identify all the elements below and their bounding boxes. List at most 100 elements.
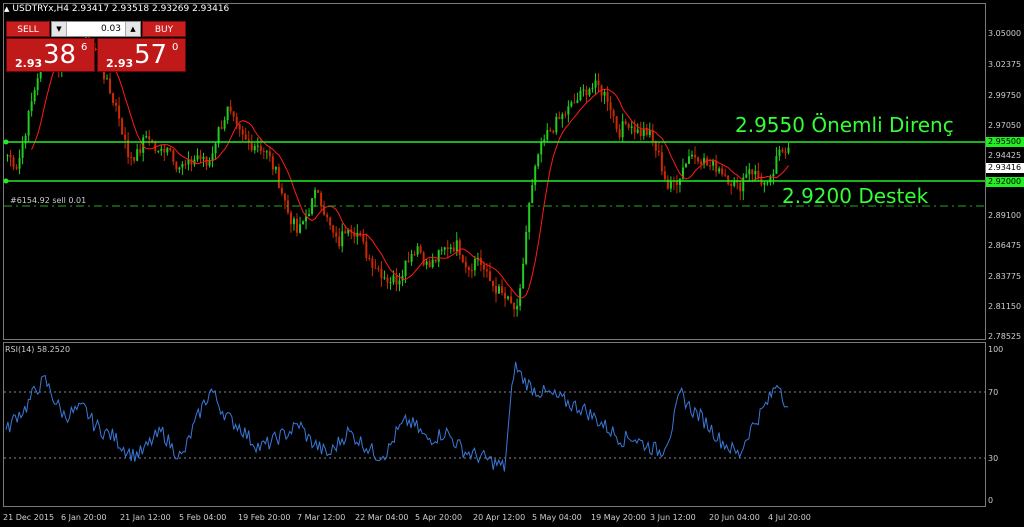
order-line-label: #6154.92 sell 0.01 (10, 196, 87, 205)
candle-body (455, 240, 458, 252)
candle-body (516, 305, 519, 310)
candle-body (546, 130, 549, 140)
candle-body (109, 78, 112, 94)
candle-body (280, 187, 283, 194)
chevron-down-icon[interactable]: ▼ (52, 22, 67, 36)
candle-body (380, 268, 383, 278)
candle-body (21, 143, 24, 158)
candle-body (295, 218, 298, 233)
candle-body (543, 139, 546, 142)
candle-body (660, 152, 663, 172)
candle-body (392, 275, 395, 283)
support-left-handle[interactable] (3, 178, 9, 184)
candle-body (374, 267, 377, 269)
candle-body (461, 255, 464, 263)
candle-body (534, 166, 537, 185)
candle-body (612, 110, 615, 117)
candle-body (588, 88, 591, 96)
candle-body (292, 218, 295, 225)
candle-body (332, 225, 335, 233)
candle-body (217, 127, 220, 144)
candle-body (449, 247, 452, 250)
candle-body (259, 145, 262, 151)
sell-price-prefix: 2.93 (15, 57, 43, 70)
candle-body (157, 150, 160, 152)
candle-body (573, 102, 576, 104)
candle-body (329, 217, 332, 226)
candle-body (283, 193, 286, 201)
buy-price-box[interactable]: 2.93 57 0 (97, 38, 186, 72)
candle-body (579, 90, 582, 101)
candle-body (232, 111, 235, 117)
candle-body (594, 80, 597, 88)
buy-button[interactable]: BUY (142, 21, 186, 37)
chevron-up-icon[interactable]: ▲ (125, 22, 140, 36)
candle-body (507, 296, 510, 299)
candle-body (133, 157, 136, 161)
candle-body (495, 286, 497, 294)
candle-body (537, 154, 540, 167)
support-annotation[interactable]: 2.9200 Destek (782, 184, 928, 208)
candle-body (244, 134, 247, 140)
candle-body (488, 271, 491, 282)
lot-size-input[interactable]: 0.03 (68, 22, 124, 36)
price-tick: 3.05000 (988, 29, 1022, 38)
candle-body (691, 154, 693, 157)
candle-body (552, 130, 555, 133)
candle-body (648, 130, 651, 136)
time-tick: 4 Jul 20:00 (768, 513, 811, 522)
candle-body (482, 264, 485, 270)
candle-body (12, 157, 15, 168)
candle-body (344, 231, 347, 234)
candle-body (443, 247, 446, 250)
candle-body (739, 182, 742, 192)
candle-body (268, 151, 271, 157)
candle-body (33, 90, 36, 102)
candle-body (645, 129, 648, 136)
resistance-annotation[interactable]: 2.9550 Önemli Direnç (735, 113, 954, 137)
candle-body (570, 102, 573, 107)
candle-body (241, 129, 244, 135)
time-tick: 6 Jan 20:00 (61, 513, 107, 522)
price-tick: 2.86475 (988, 241, 1022, 250)
sell-button[interactable]: SELL (6, 21, 50, 37)
candle-body (428, 261, 431, 267)
candle-body (555, 116, 558, 133)
candle-body (491, 281, 494, 287)
candle-body (697, 157, 700, 162)
candle-body (419, 246, 422, 253)
candle-body (163, 148, 166, 153)
candle-body (154, 141, 157, 151)
candle-body (437, 250, 440, 262)
candle-body (274, 167, 277, 170)
candle-body (464, 262, 467, 268)
resistance-left-handle[interactable] (3, 139, 9, 145)
time-tick: 7 Mar 12:00 (297, 513, 346, 522)
candle-body (603, 91, 606, 96)
chart-canvas[interactable] (0, 0, 1024, 527)
candle-body (757, 170, 760, 178)
candles-group (6, 33, 790, 318)
candle-body (694, 154, 697, 158)
lot-size-spinner[interactable]: ▼ 0.03 ▲ (51, 21, 141, 37)
candle-body (615, 116, 618, 130)
time-tick: 19 Feb 20:00 (238, 513, 291, 522)
candle-body (121, 118, 124, 135)
candle-body (124, 134, 127, 140)
sell-price-box[interactable]: 2.93 38 6 (6, 38, 95, 72)
candle-body (271, 156, 274, 170)
sell-price-pip: 6 (81, 42, 88, 53)
chart-window[interactable]: ▲ USDTRYx,H4 2.93417 2.93518 2.93269 2.93… (0, 0, 1024, 527)
candle-body (112, 93, 115, 104)
candle-body (250, 142, 253, 151)
candle-body (663, 171, 666, 180)
rsi-polyline (5, 361, 789, 472)
candle-body (184, 163, 187, 165)
candle-body (15, 167, 18, 169)
candle-body (678, 178, 681, 185)
candle-body (118, 105, 121, 119)
candle-body (733, 181, 736, 186)
candle-body (30, 101, 33, 112)
price-tick: 2.83775 (988, 272, 1022, 281)
current-price-tag: 2.93416 (986, 163, 1024, 173)
